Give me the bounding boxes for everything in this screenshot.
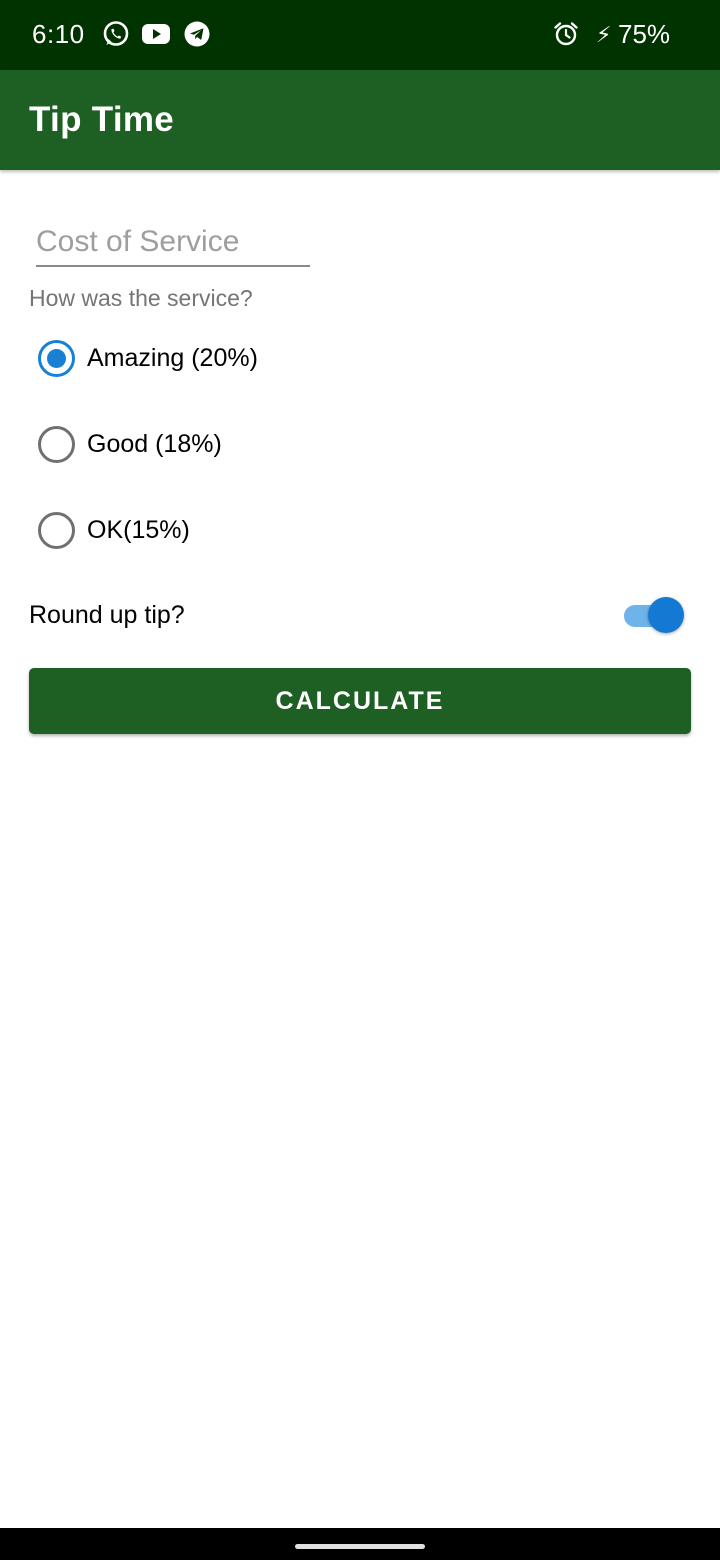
telegram-icon [183, 20, 211, 48]
radio-option-good[interactable]: Good (18%) [38, 424, 358, 464]
youtube-icon [141, 20, 171, 48]
radio-label-good: Good (18%) [87, 429, 222, 458]
radio-button-checked[interactable] [38, 339, 75, 377]
status-bar: 6:10 ⚡ 75% [0, 0, 720, 70]
radio-dot [47, 348, 66, 368]
cost-of-service-input[interactable] [36, 218, 310, 267]
radio-option-ok[interactable]: OK(15%) [38, 510, 358, 550]
status-time: 6:10 [32, 19, 85, 49]
calculate-button[interactable]: CALCULATE [29, 668, 691, 734]
app-bar: Tip Time [0, 70, 720, 170]
switch-thumb [648, 597, 684, 633]
round-up-label: Round up tip? [29, 601, 185, 629]
alarm-icon [552, 20, 580, 48]
battery-level: 75% [618, 19, 671, 49]
radio-option-amazing[interactable]: Amazing (20%) [38, 338, 358, 378]
radio-label-amazing: Amazing (20%) [87, 343, 258, 372]
radio-label-ok: OK(15%) [87, 515, 190, 544]
radio-button[interactable] [38, 511, 75, 549]
round-up-switch[interactable] [624, 597, 686, 635]
home-gesture-handle[interactable] [295, 1544, 425, 1549]
charging-icon: ⚡ [596, 22, 612, 47]
app-title: Tip Time [29, 100, 175, 139]
whatsapp-icon [102, 20, 130, 48]
service-question: How was the service? [29, 285, 253, 311]
radio-button[interactable] [38, 425, 75, 463]
navigation-bar [0, 1528, 720, 1560]
